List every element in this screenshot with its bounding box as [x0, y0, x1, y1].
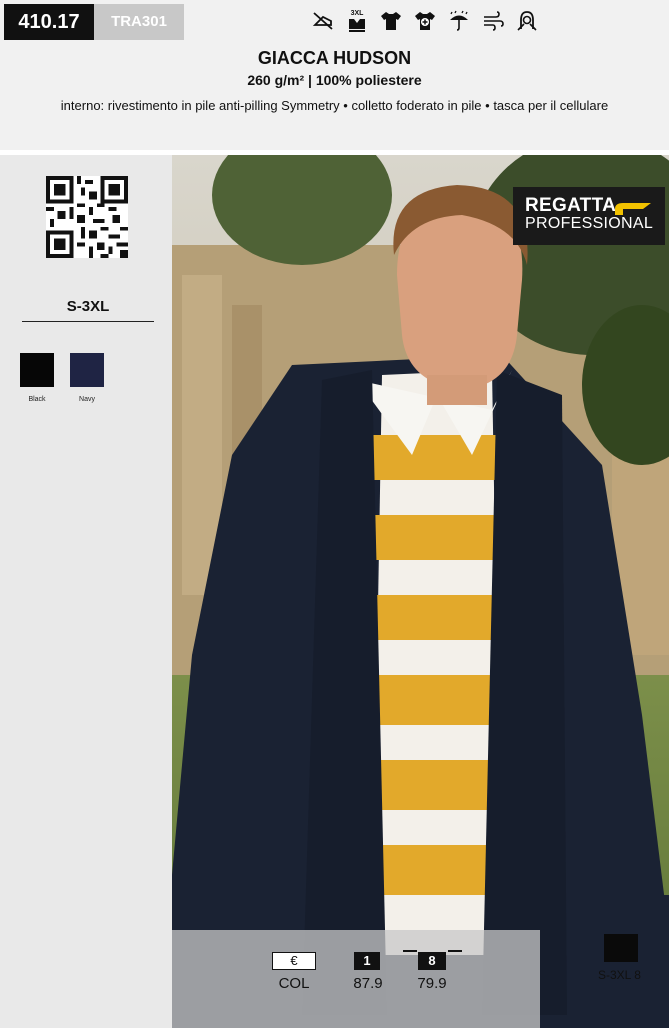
rain-protection-icon — [446, 8, 472, 34]
product-code: 410.17 — [4, 4, 94, 40]
qty-tier-2: 8 — [418, 952, 446, 970]
tier-dash-left — [403, 950, 417, 952]
corner-size-price: 8 — [634, 968, 641, 982]
product-subtitle: 260 g/m² | 100% poliestere — [247, 72, 422, 88]
no-iron-icon — [310, 8, 336, 34]
price-tier-2: 79.9 — [417, 975, 447, 992]
product-title: GIACCA HUDSON — [257, 48, 412, 68]
sidebar — [0, 155, 172, 1028]
corner-size-range: S-3XL — [598, 968, 631, 982]
qr-code[interactable] — [46, 176, 128, 258]
product-features: interno: rivestimento in pile anti-pilli… — [60, 98, 609, 113]
color-swatch-black[interactable] — [20, 353, 54, 387]
product-sku: TRA301 — [94, 4, 184, 40]
corner-color-swatch — [604, 934, 638, 962]
color-label-black: Black — [28, 396, 46, 403]
brand-logo: REGATTA PROFESSIONAL — [513, 187, 665, 245]
size-range-label: S-3XL — [66, 298, 110, 315]
qty-tier-1: 1 — [354, 952, 380, 970]
size-icon-label: 3XL — [350, 9, 364, 17]
color-swatch-navy[interactable] — [70, 353, 104, 387]
windproof-icon — [480, 8, 506, 34]
brand-mark-icon — [615, 203, 651, 215]
tier-dash-right — [448, 950, 462, 952]
currency-badge: € — [272, 952, 316, 970]
corner-size-label: S-3XL 8 — [598, 968, 641, 982]
tshirt-plus-icon — [412, 8, 438, 34]
price-tier-1: 87.9 — [353, 975, 383, 992]
size-3xl-plus-icon: 3XL — [344, 8, 370, 34]
care-icons: 3XL — [310, 8, 540, 34]
hood-icon — [514, 8, 540, 34]
divider — [22, 321, 154, 322]
product-photo — [172, 155, 669, 1028]
tshirt-icon — [378, 8, 404, 34]
brand-tagline: PROFESSIONAL — [525, 215, 654, 232]
color-label-navy: Navy — [79, 396, 95, 403]
col-label: COL — [278, 975, 310, 992]
